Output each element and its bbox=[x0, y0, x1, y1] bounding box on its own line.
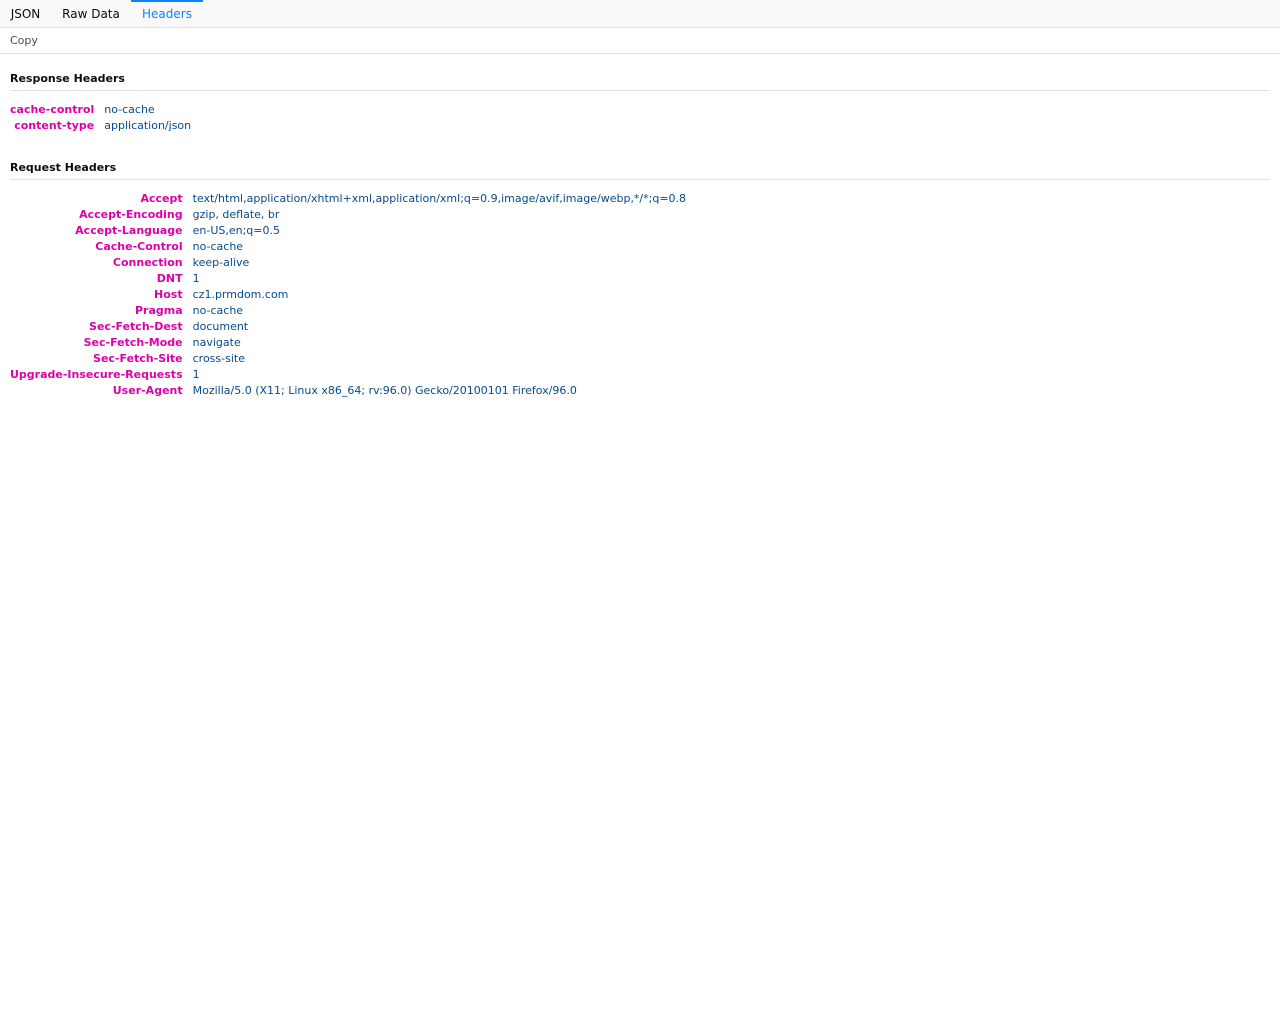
header-value: keep-alive bbox=[192, 256, 250, 269]
header-value: cross-site bbox=[192, 352, 245, 365]
header-value: document bbox=[192, 320, 249, 333]
header-name: Accept-Language bbox=[75, 224, 183, 237]
table-row: Sec-Fetch-Site cross-site bbox=[10, 351, 686, 367]
tab-raw-data[interactable]: Raw Data bbox=[51, 0, 131, 28]
table-row: Cache-Control no-cache bbox=[10, 239, 686, 255]
header-name: Host bbox=[154, 288, 183, 301]
header-value: Mozilla/5.0 (X11; Linux x86_64; rv:96.0)… bbox=[192, 384, 577, 397]
header-name: Upgrade-Insecure-Requests bbox=[10, 368, 183, 381]
copy-button[interactable]: Copy bbox=[4, 31, 44, 51]
header-name: Connection bbox=[112, 256, 183, 269]
header-name: DNT bbox=[156, 272, 183, 285]
header-value: en-US,en;q=0.5 bbox=[192, 224, 281, 237]
header-value: 1 bbox=[192, 368, 200, 381]
response-headers-title: Response Headers bbox=[10, 72, 1270, 91]
header-name: Sec-Fetch-Mode bbox=[83, 336, 183, 349]
header-value: navigate bbox=[192, 336, 241, 349]
header-name: User-Agent bbox=[112, 384, 183, 397]
table-row: Sec-Fetch-Dest document bbox=[10, 319, 686, 335]
header-name: Accept-Encoding bbox=[79, 208, 183, 221]
header-value: text/html,application/xhtml+xml,applicat… bbox=[192, 192, 687, 205]
table-row: Accept text/html,application/xhtml+xml,a… bbox=[10, 191, 686, 207]
header-value: no-cache bbox=[192, 240, 244, 253]
tab-headers[interactable]: Headers bbox=[131, 0, 203, 28]
table-row: User-Agent Mozilla/5.0 (X11; Linux x86_6… bbox=[10, 383, 686, 399]
request-headers-title: Request Headers bbox=[10, 161, 1270, 180]
table-row: Sec-Fetch-Mode navigate bbox=[10, 335, 686, 351]
response-headers-table: cache-control no-cache content-type appl… bbox=[10, 102, 191, 134]
table-row: cache-control no-cache bbox=[10, 102, 191, 118]
tab-json[interactable]: JSON bbox=[0, 0, 51, 28]
header-name: cache-control bbox=[10, 103, 95, 116]
header-name: Accept bbox=[140, 192, 183, 205]
header-name: content-type bbox=[14, 119, 95, 132]
table-row: Pragma no-cache bbox=[10, 303, 686, 319]
table-row: Accept-Encoding gzip, deflate, br bbox=[10, 207, 686, 223]
table-row: Connection keep-alive bbox=[10, 255, 686, 271]
header-name: Sec-Fetch-Site bbox=[93, 352, 183, 365]
header-value: no-cache bbox=[104, 103, 155, 116]
header-name: Cache-Control bbox=[95, 240, 183, 253]
tab-bar: JSON Raw Data Headers bbox=[0, 0, 1280, 28]
request-headers-table: Accept text/html,application/xhtml+xml,a… bbox=[10, 191, 686, 399]
table-row: Upgrade-Insecure-Requests 1 bbox=[10, 367, 686, 383]
toolbar: Copy bbox=[0, 28, 1280, 54]
table-row: Host cz1.prmdom.com bbox=[10, 287, 686, 303]
header-name: Sec-Fetch-Dest bbox=[89, 320, 183, 333]
header-value: gzip, deflate, br bbox=[192, 208, 280, 221]
table-row: DNT 1 bbox=[10, 271, 686, 287]
table-row: content-type application/json bbox=[10, 118, 191, 134]
header-value: application/json bbox=[104, 119, 192, 132]
header-value: no-cache bbox=[192, 304, 244, 317]
header-name: Pragma bbox=[134, 304, 183, 317]
table-row: Accept-Language en-US,en;q=0.5 bbox=[10, 223, 686, 239]
header-value: 1 bbox=[192, 272, 200, 285]
header-value: cz1.prmdom.com bbox=[192, 288, 289, 301]
